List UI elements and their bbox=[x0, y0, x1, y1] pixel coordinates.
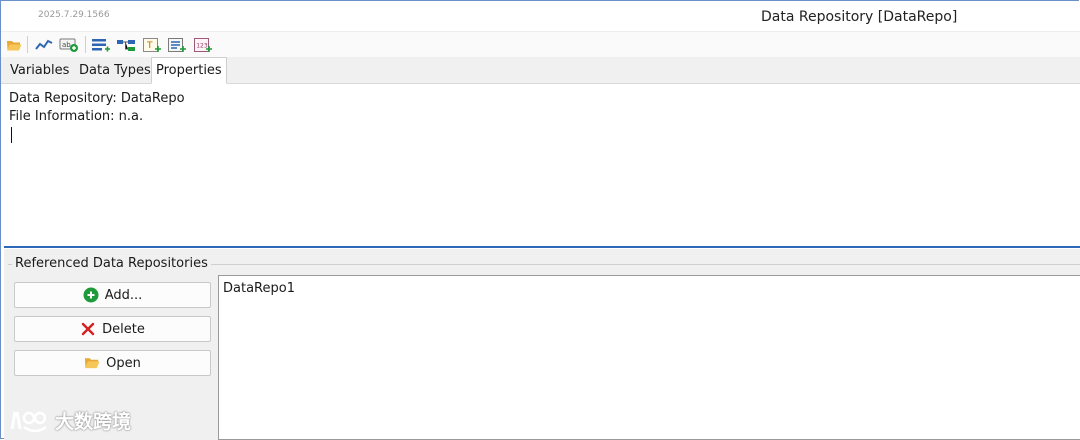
watermark: 大数跨境 bbox=[9, 407, 131, 434]
referenced-repositories-list[interactable]: DataRepo1 bbox=[218, 275, 1080, 440]
toolbar-separator bbox=[27, 36, 28, 53]
referenced-repositories-panel: Referenced Data Repositories Add... Dele… bbox=[4, 249, 1080, 440]
folder-open-icon bbox=[84, 355, 100, 371]
add-button-label: Add... bbox=[104, 287, 143, 303]
repository-info: Data Repository: DataRepo bbox=[9, 91, 185, 106]
tab-properties[interactable]: Properties bbox=[151, 57, 227, 84]
list-item[interactable]: DataRepo1 bbox=[223, 281, 295, 296]
title-bar: 2025.7.29.1566 Data Repository [DataRepo… bbox=[1, 1, 1080, 31]
edit-list-icon[interactable] bbox=[167, 35, 187, 55]
svg-text:T: T bbox=[146, 41, 153, 51]
window-title: Data Repository [DataRepo] bbox=[761, 9, 958, 25]
add-list-icon[interactable] bbox=[91, 35, 111, 55]
text-caret bbox=[11, 127, 12, 143]
add-text-icon[interactable]: T bbox=[142, 35, 162, 55]
delete-button-label: Delete bbox=[102, 321, 145, 337]
toolbar: ab T 123 bbox=[1, 31, 1080, 58]
svg-text:ab: ab bbox=[62, 41, 71, 49]
tab-bar: Variables Data Types Properties bbox=[1, 57, 1080, 84]
add-number-icon[interactable]: 123 bbox=[193, 35, 213, 55]
folder-open-icon[interactable] bbox=[4, 35, 24, 55]
tab-data-types[interactable]: Data Types bbox=[75, 57, 155, 83]
app-window: 2025.7.29.1566 Data Repository [DataRepo… bbox=[0, 0, 1080, 440]
add-button[interactable]: Add... bbox=[14, 282, 211, 308]
add-circle-icon bbox=[83, 287, 99, 303]
add-signal-icon[interactable]: ab bbox=[59, 35, 79, 55]
toolbar-separator bbox=[85, 36, 86, 53]
delete-button[interactable]: Delete bbox=[14, 316, 211, 342]
open-button-label: Open bbox=[106, 355, 141, 371]
file-information: File Information: n.a. bbox=[9, 109, 144, 124]
panel-splitter[interactable] bbox=[4, 246, 1080, 248]
line-chart-icon[interactable] bbox=[34, 35, 54, 55]
delete-x-icon bbox=[80, 321, 96, 337]
properties-text-area[interactable]: Data Repository: DataRepo File Informati… bbox=[4, 85, 1080, 245]
watermark-logo-icon bbox=[10, 411, 47, 432]
watermark-text: 大数跨境 bbox=[55, 411, 132, 433]
version-label: 2025.7.29.1566 bbox=[38, 10, 110, 20]
tree-structure-icon[interactable] bbox=[116, 35, 136, 55]
open-button[interactable]: Open bbox=[14, 350, 211, 376]
group-title: Referenced Data Repositories bbox=[12, 256, 211, 271]
tab-variables[interactable]: Variables bbox=[6, 57, 73, 83]
